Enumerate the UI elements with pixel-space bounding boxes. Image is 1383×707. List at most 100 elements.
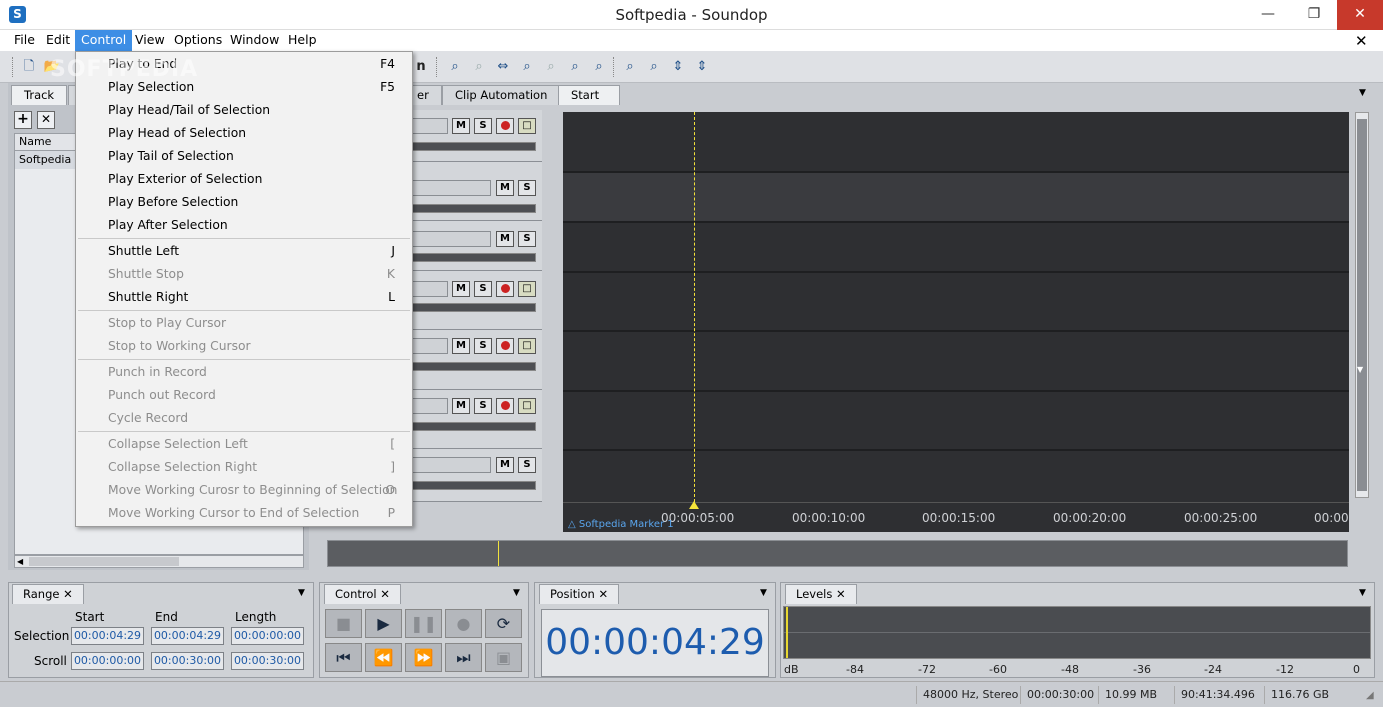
scroll-thumb[interactable] <box>29 557 179 566</box>
zoom-out-icon[interactable]: ⌕ <box>542 58 560 76</box>
monitor-button[interactable]: □ <box>518 118 536 134</box>
solo-button[interactable]: S <box>518 180 536 196</box>
mute-button[interactable]: M <box>452 281 470 297</box>
resize-grip-icon[interactable]: ◢ <box>1366 690 1374 701</box>
track-lane[interactable] <box>563 173 1349 223</box>
mute-button[interactable]: M <box>496 180 514 196</box>
marker-label[interactable]: △ Softpedia Marker 1 <box>568 519 674 530</box>
zoom-vertical-in-icon[interactable]: ⌕ <box>621 58 639 76</box>
monitor-button[interactable]: □ <box>518 281 536 297</box>
monitor-button[interactable]: □ <box>518 398 536 414</box>
mute-button[interactable]: M <box>452 338 470 354</box>
zoom-out-full-icon[interactable]: ⌕ <box>470 58 488 76</box>
solo-button[interactable]: S <box>474 398 492 414</box>
scroll-thumb[interactable] <box>1357 119 1367 491</box>
document-close-icon[interactable]: ✕ <box>1355 32 1368 50</box>
record-arm-button[interactable] <box>496 338 514 354</box>
add-track-button[interactable]: + <box>14 111 32 129</box>
scroll-start-field[interactable]: 00:00:00:00 <box>71 652 144 670</box>
menu-item[interactable]: Move Working Curosr to Beginning of Sele… <box>76 479 412 502</box>
menu-item[interactable]: Shuttle Left J <box>76 240 412 263</box>
vertical-shrink-icon[interactable]: ⇕ <box>693 58 711 76</box>
menu-item[interactable]: Play After Selection <box>76 214 412 237</box>
selection-end-field[interactable]: 00:00:04:29 <box>151 627 224 645</box>
restore-icon[interactable]: ❐ <box>1291 0 1337 30</box>
solo-button[interactable]: S <box>474 281 492 297</box>
menu-item[interactable]: Cycle Record <box>76 407 412 430</box>
new-file-icon[interactable]: 🗋 <box>20 58 38 76</box>
monitor-button[interactable]: □ <box>518 338 536 354</box>
zoom-selection-icon[interactable]: ⌕ <box>566 58 584 76</box>
vertical-expand-icon[interactable]: ⇕ <box>669 58 687 76</box>
track-name-field[interactable] <box>412 281 448 297</box>
loop-button[interactable]: ⟳ <box>485 609 522 638</box>
selection-length-field[interactable]: 00:00:00:00 <box>231 627 304 645</box>
zoom-fit-icon[interactable]: ⌕ <box>446 58 464 76</box>
snap-icon[interactable]: n <box>412 58 430 76</box>
go-to-end-button[interactable]: ⏭ <box>445 643 482 672</box>
menu-edit[interactable]: Edit <box>40 30 76 51</box>
minimize-icon[interactable]: — <box>1245 0 1291 30</box>
close-tab-icon[interactable]: ✕ <box>63 587 73 601</box>
tab-mixer[interactable]: er <box>412 85 442 105</box>
track-name-field[interactable] <box>412 398 448 414</box>
track-lane[interactable] <box>563 223 1349 273</box>
cursor-marker-icon[interactable] <box>689 501 699 509</box>
solo-button[interactable]: S <box>518 457 536 473</box>
rewind-button[interactable]: ⏪ <box>365 643 402 672</box>
menu-item[interactable]: Collapse Selection Right] <box>76 456 412 479</box>
track-lane[interactable] <box>563 451 1349 502</box>
menu-options[interactable]: Options <box>168 30 228 51</box>
selection-start-field[interactable]: 00:00:04:29 <box>71 627 144 645</box>
scroll-left-icon[interactable]: ◀ <box>17 557 23 566</box>
mute-button[interactable]: M <box>452 118 470 134</box>
panel-menu-icon[interactable]: ▼ <box>760 588 767 598</box>
stop-button[interactable]: ■ <box>325 609 362 638</box>
fast-forward-button[interactable]: ⏩ <box>405 643 442 672</box>
punch-button[interactable]: ▣ <box>485 643 522 672</box>
tab-range[interactable]: Range ✕ <box>12 584 84 604</box>
record-arm-button[interactable] <box>496 398 514 414</box>
tab-dropdown-icon[interactable]: ▼ <box>1359 88 1366 98</box>
menu-help[interactable]: Help <box>282 30 323 51</box>
track-lane[interactable] <box>563 112 1349 173</box>
menu-item[interactable]: Stop to Play Cursor <box>76 312 412 335</box>
scroll-length-field[interactable]: 00:00:30:00 <box>231 652 304 670</box>
tab-track[interactable]: Track <box>11 85 68 105</box>
track-name-field[interactable] <box>412 457 491 473</box>
menu-item[interactable]: Play Tail of Selection <box>76 145 412 168</box>
menu-item[interactable]: Shuttle Right L <box>76 286 412 309</box>
record-arm-button[interactable] <box>496 118 514 134</box>
go-to-start-button[interactable]: ⏮ <box>325 643 362 672</box>
menu-item[interactable]: Move Working Cursor to End of Selection P <box>76 502 412 525</box>
mute-button[interactable]: M <box>452 398 470 414</box>
track-lane[interactable] <box>563 273 1349 332</box>
menu-control[interactable]: Control <box>75 30 133 51</box>
tab-clip-automation[interactable]: Clip Automation <box>442 85 561 105</box>
track-name-field[interactable] <box>412 231 491 247</box>
tab-start[interactable]: Start <box>558 85 620 105</box>
scroll-end-field[interactable]: 00:00:30:00 <box>151 652 224 670</box>
menu-item[interactable]: Stop to Working Cursor <box>76 335 412 358</box>
track-name-field[interactable] <box>412 180 491 196</box>
zoom-horizontal-icon[interactable]: ⇔ <box>494 58 512 76</box>
panel-menu-icon[interactable]: ▼ <box>298 588 305 598</box>
solo-button[interactable]: S <box>474 118 492 134</box>
menu-item[interactable]: Play Head of Selection <box>76 122 412 145</box>
menu-item[interactable]: Play Head/Tail of Selection <box>76 99 412 122</box>
menu-item[interactable]: Play Before Selection <box>76 191 412 214</box>
time-ruler[interactable]: 00:00:05:00 00:00:10:00 00:00:15:00 00:0… <box>563 501 1349 532</box>
zoom-vertical-out-icon[interactable]: ⌕ <box>645 58 663 76</box>
panel-menu-icon[interactable]: ▼ <box>1359 588 1366 598</box>
close-tab-icon[interactable]: ✕ <box>380 587 390 601</box>
play-cursor[interactable] <box>694 112 695 502</box>
menu-item[interactable]: Play Exterior of Selection <box>76 168 412 191</box>
overview-bar[interactable] <box>327 540 1348 567</box>
close-icon[interactable]: ✕ <box>1337 0 1383 30</box>
tab-position[interactable]: Position ✕ <box>539 584 620 604</box>
close-tab-icon[interactable]: ✕ <box>598 587 608 601</box>
scroll-down-icon[interactable]: ▼ <box>1357 365 1363 374</box>
zoom-in-icon[interactable]: ⌕ <box>518 58 536 76</box>
track-name-field[interactable] <box>412 118 448 134</box>
timeline-view[interactable]: 00:00:05:00 00:00:10:00 00:00:15:00 00:0… <box>563 112 1349 532</box>
